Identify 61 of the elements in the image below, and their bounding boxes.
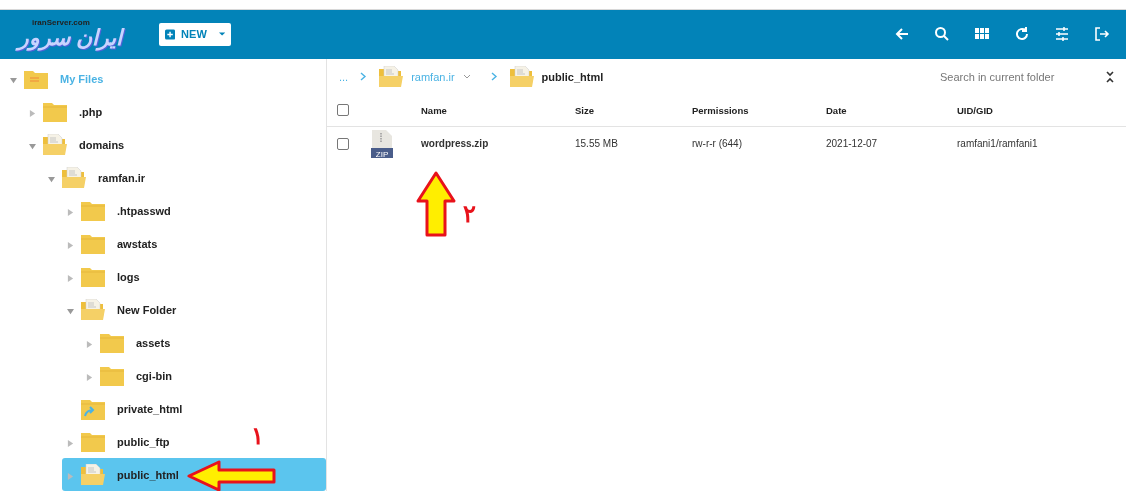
caret-right-icon[interactable]: [85, 340, 93, 348]
file-permissions: rw-r-r (644): [692, 138, 743, 149]
column-header[interactable]: Size: [575, 104, 692, 116]
file-owner: ramfani1/ramfani1: [957, 138, 1039, 149]
caret-right-icon[interactable]: [85, 373, 93, 381]
caret-right-icon[interactable]: [28, 109, 36, 117]
caret-right-icon[interactable]: [66, 241, 74, 249]
tree-item[interactable]: ramfan.ir: [0, 161, 154, 194]
zip-file-icon: ZIP: [371, 129, 393, 158]
open-folder-icon: [81, 463, 105, 486]
annotation-number: ١: [251, 422, 264, 450]
folder-icon: [81, 233, 105, 254]
tree-item[interactable]: domains: [0, 128, 133, 161]
column-header[interactable]: Name: [421, 104, 575, 116]
tree-item[interactable]: public_ftp: [0, 425, 178, 458]
caret-right-icon[interactable]: [66, 439, 74, 447]
tree-item[interactable]: cgi-bin: [0, 359, 181, 392]
tree-item[interactable]: New Folder: [0, 293, 185, 326]
folder-icon: [100, 332, 124, 353]
open-folder-icon: [62, 166, 86, 189]
chevron-down-icon[interactable]: [462, 73, 471, 80]
annotation-number: ٢: [463, 200, 476, 228]
arrow-up-annotation: [416, 171, 456, 237]
folder-icon: [81, 266, 105, 287]
tree-item[interactable]: .htpasswd: [0, 194, 179, 227]
tree-item[interactable]: logs: [0, 260, 148, 293]
tree-item[interactable]: .php: [0, 95, 111, 128]
open-folder-icon: [379, 65, 404, 88]
tree-item[interactable]: private_html: [0, 392, 191, 425]
select-all-checkbox[interactable]: [337, 104, 349, 116]
open-folder-icon: [43, 133, 67, 156]
folder-icon: [81, 200, 105, 221]
file-name[interactable]: wordpress.zip: [421, 138, 575, 149]
caret-down-icon[interactable]: [66, 307, 74, 315]
shared-folder-icon: [81, 397, 105, 420]
new-button[interactable]: NEW: [159, 22, 231, 46]
file-size: 15.55 MB: [575, 138, 619, 149]
folder-icon: [81, 431, 105, 452]
column-header[interactable]: Date: [826, 104, 957, 116]
open-folder-icon: [81, 298, 105, 321]
file-date: 2021-12-07: [826, 138, 879, 149]
caret-right-icon[interactable]: [66, 274, 74, 282]
chevron-right-icon: [490, 72, 498, 81]
caret-down-icon[interactable]: [47, 175, 55, 183]
column-header[interactable]: UID/GID: [957, 104, 1126, 116]
tree-item[interactable]: awstats: [0, 227, 166, 260]
folder-icon: [24, 68, 48, 89]
collapse-icon[interactable]: [1106, 70, 1114, 83]
row-checkbox[interactable]: [337, 137, 349, 150]
chevron-right-icon: [360, 72, 368, 81]
plus-icon: [165, 27, 176, 41]
caret-down-icon[interactable]: [9, 76, 17, 84]
folder-icon: [100, 365, 124, 386]
caret-down-icon[interactable]: [28, 142, 36, 150]
breadcrumb-link[interactable]: public_html: [541, 70, 604, 83]
folder-icon: [43, 101, 67, 122]
tree-item[interactable]: assets: [0, 326, 179, 359]
column-header[interactable]: Permissions: [692, 104, 826, 116]
caret-right-icon[interactable]: [66, 208, 74, 216]
open-folder-icon: [509, 65, 534, 88]
logo-url: iranServer.com: [32, 19, 91, 28]
